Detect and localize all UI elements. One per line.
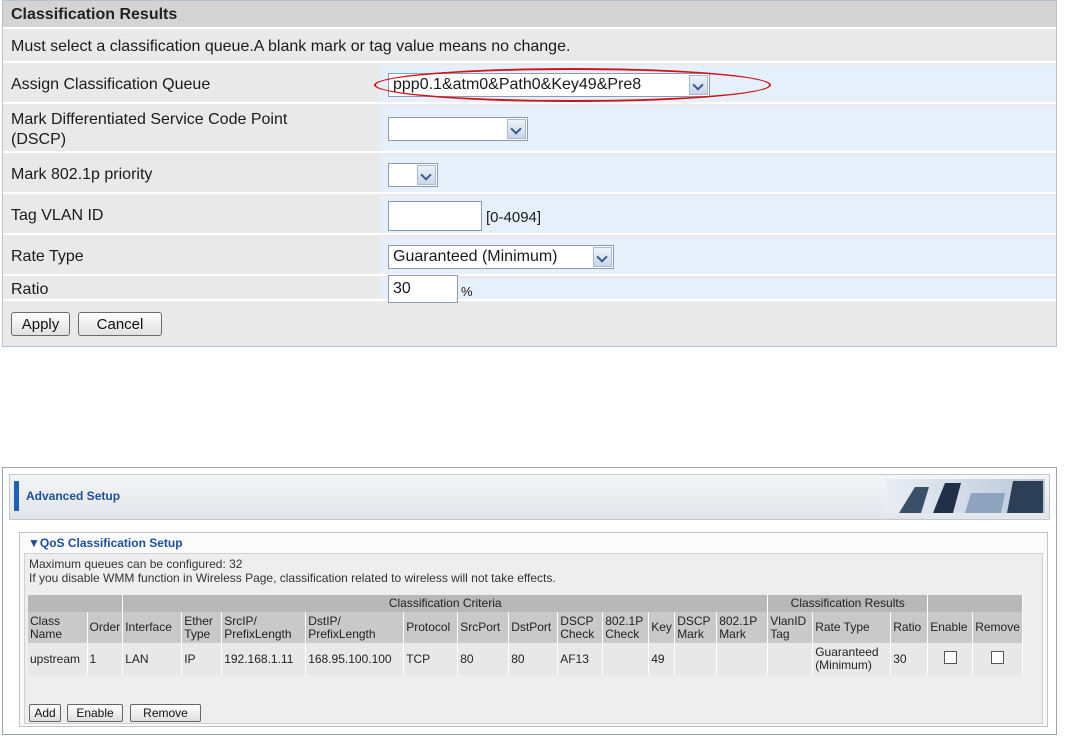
table-column-header: Class Name Order Interface Ether Type SrcI… bbox=[28, 612, 1023, 643]
cell-vlanid-tag bbox=[767, 643, 814, 675]
dscp-label-line1: Mark Differentiated Service Code Point bbox=[11, 111, 288, 128]
queue-label: Assign Classification Queue bbox=[11, 76, 211, 93]
section-header: Classification Results bbox=[3, 1, 1056, 29]
dscp-label-line2: (DSCP) bbox=[11, 131, 67, 148]
cell-dscp-check: AF13 bbox=[557, 643, 604, 675]
criteria-group-header: Classification Criteria bbox=[122, 595, 769, 612]
cell-dstport: 80 bbox=[508, 643, 559, 675]
cell-8021p-check bbox=[602, 643, 650, 675]
col-enable: Enable bbox=[927, 612, 974, 643]
advanced-setup-header: Advanced Setup bbox=[9, 474, 1050, 520]
ratio-label: Ratio bbox=[11, 281, 49, 298]
col-class-name: Class Name bbox=[28, 612, 88, 643]
remove-button[interactable]: Remove bbox=[130, 704, 201, 722]
col-vlanid-tag: VlanID Tag bbox=[767, 612, 814, 643]
col-remove: Remove bbox=[972, 612, 1023, 643]
col-order: Order bbox=[87, 612, 124, 643]
rate-type-select[interactable]: Guaranteed (Minimum) bbox=[388, 245, 614, 269]
form-button-row: Apply Cancel bbox=[3, 303, 1056, 346]
col-dstport: DstPort bbox=[508, 612, 559, 643]
cell-dscp-mark bbox=[674, 643, 718, 675]
classification-results-panel: Classification Results Must select a cla… bbox=[2, 0, 1057, 347]
advanced-setup-panel: Advanced Setup ▼QoS Classification Setup… bbox=[2, 467, 1057, 735]
priority-row: Mark 802.1p priority bbox=[3, 155, 1056, 194]
chevron-down-icon[interactable] bbox=[593, 247, 612, 267]
cancel-button[interactable]: Cancel bbox=[78, 312, 162, 336]
cell-dstip: 168.95.100.100 bbox=[305, 643, 405, 675]
col-srcip: SrcIP/PrefixLength bbox=[221, 612, 307, 643]
dscp-select[interactable] bbox=[388, 117, 528, 141]
table-row: upstream 1 LAN IP 192.168.1.11 168.95.10… bbox=[28, 643, 1023, 675]
col-ratio: Ratio bbox=[890, 612, 929, 643]
col-rate-type: Rate Type bbox=[812, 612, 892, 643]
results-group-header: Classification Results bbox=[767, 595, 929, 612]
ratio-input[interactable]: 30 bbox=[388, 275, 458, 303]
ratio-row: Ratio 30 % bbox=[3, 275, 1056, 303]
wmm-note-text: If you disable WMM function in Wireless … bbox=[29, 571, 556, 585]
qos-content: Maximum queues can be configured: 32 If … bbox=[24, 553, 1043, 724]
vlan-id-input[interactable] bbox=[388, 201, 482, 231]
cell-8021p-mark bbox=[716, 643, 769, 675]
cell-remove bbox=[972, 643, 1023, 675]
chevron-down-icon[interactable] bbox=[417, 165, 436, 185]
cell-srcip: 192.168.1.11 bbox=[221, 643, 307, 675]
table-group-header: Classification Criteria Classification R… bbox=[28, 595, 1023, 612]
cell-rate-type: Guaranteed (Minimum) bbox=[812, 643, 892, 675]
rate-type-value: Guaranteed (Minimum) bbox=[393, 248, 558, 265]
rate-type-row: Rate Type Guaranteed (Minimum) bbox=[3, 237, 1056, 276]
col-interface: Interface bbox=[122, 612, 183, 643]
col-dscp-mark: DSCP Mark bbox=[674, 612, 718, 643]
qos-section-toggle[interactable]: ▼QoS Classification Setup bbox=[28, 536, 183, 550]
priority-select[interactable] bbox=[388, 163, 438, 187]
col-8021p-mark: 802.1P Mark bbox=[716, 612, 769, 643]
priority-label: Mark 802.1p priority bbox=[11, 166, 153, 183]
remove-checkbox[interactable] bbox=[991, 651, 1005, 664]
cell-key: 49 bbox=[648, 643, 676, 675]
advanced-setup-title: Advanced Setup bbox=[26, 489, 121, 503]
cell-protocol: TCP bbox=[403, 643, 459, 675]
add-button[interactable]: Add bbox=[29, 704, 61, 722]
ratio-value: 30 bbox=[393, 280, 411, 297]
chevron-down-icon[interactable] bbox=[507, 119, 526, 139]
cell-order: 1 bbox=[87, 643, 124, 675]
col-8021p-check: 802.1P Check bbox=[602, 612, 650, 643]
col-protocol: Protocol bbox=[403, 612, 459, 643]
instruction-row: Must select a classification queue.A bla… bbox=[3, 31, 1056, 63]
vlan-label: Tag VLAN ID bbox=[11, 207, 104, 224]
col-dscp-check: DSCP Check bbox=[557, 612, 604, 643]
cell-ratio: 30 bbox=[890, 643, 929, 675]
instruction-text: Must select a classification queue.A bla… bbox=[11, 38, 571, 55]
qos-classification-table: Classification Criteria Classification R… bbox=[28, 595, 1023, 675]
header-graphic-icon bbox=[885, 479, 1045, 513]
cell-class-name: upstream bbox=[28, 643, 88, 675]
cell-ether-type: IP bbox=[181, 643, 223, 675]
max-queues-text: Maximum queues can be configured: 32 bbox=[29, 557, 243, 571]
header-accent-bar bbox=[14, 481, 19, 511]
enable-checkbox[interactable] bbox=[943, 651, 957, 664]
highlight-ellipse bbox=[374, 68, 771, 102]
apply-button[interactable]: Apply bbox=[11, 312, 70, 336]
ratio-unit: % bbox=[461, 284, 473, 299]
col-ether-type: Ether Type bbox=[181, 612, 223, 643]
cell-srcport: 80 bbox=[457, 643, 510, 675]
rate-type-label: Rate Type bbox=[11, 248, 84, 265]
qos-classification-box: ▼QoS Classification Setup Maximum queues… bbox=[19, 532, 1048, 727]
vlan-range-hint: [0-4094] bbox=[486, 209, 542, 226]
cell-interface: LAN bbox=[122, 643, 183, 675]
col-srcport: SrcPort bbox=[457, 612, 510, 643]
enable-button[interactable]: Enable bbox=[67, 704, 123, 722]
col-dstip: DstIP/PrefixLength bbox=[305, 612, 405, 643]
section-title: Classification Results bbox=[11, 6, 178, 23]
col-key: Key bbox=[648, 612, 676, 643]
cell-enable bbox=[927, 643, 974, 675]
vlan-row: Tag VLAN ID [0-4094] bbox=[3, 196, 1056, 235]
dscp-row: Mark Differentiated Service Code Point (… bbox=[3, 106, 1056, 153]
